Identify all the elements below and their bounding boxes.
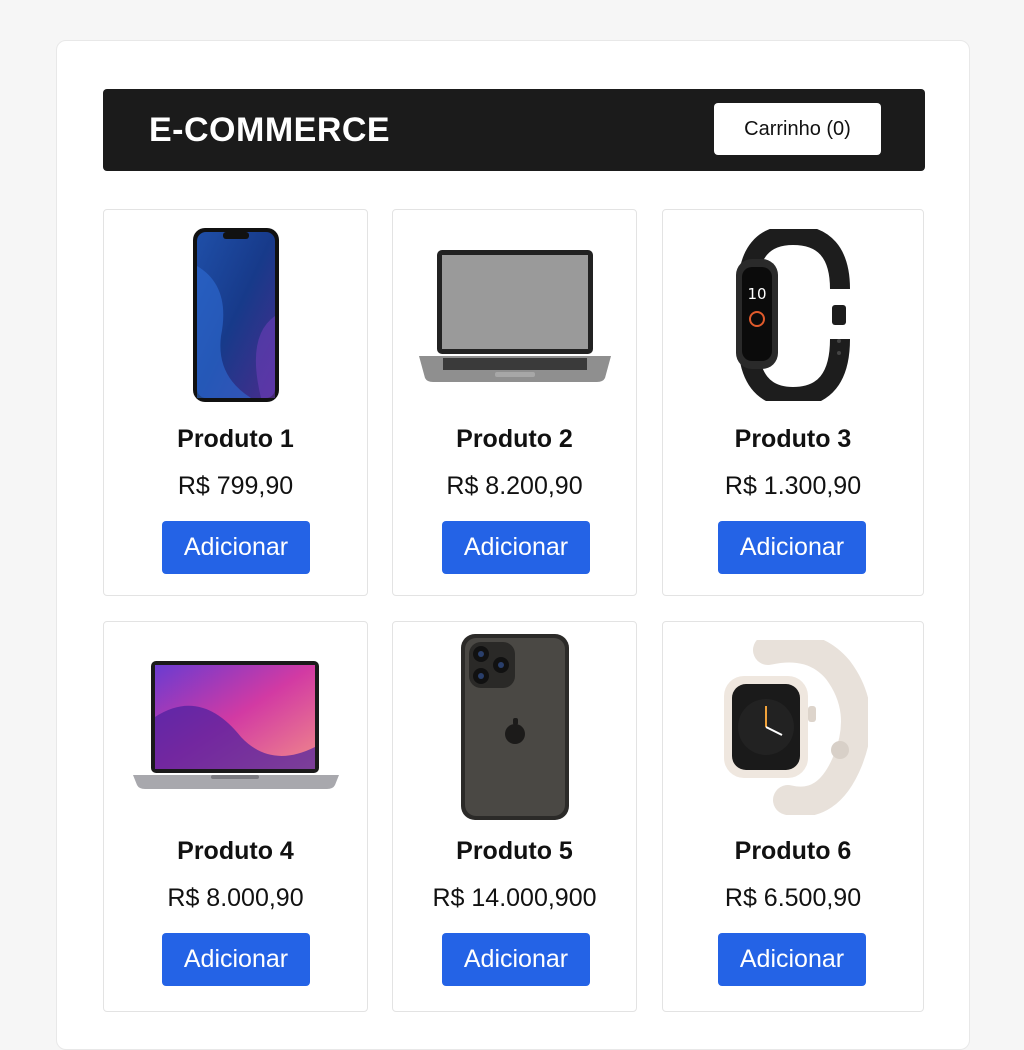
add-to-cart-button[interactable]: Adicionar xyxy=(442,521,590,574)
store-page: E-COMMERCE Carrinho (0) Produto 1 R$ 799… xyxy=(56,40,970,1050)
product-price: R$ 14.000,900 xyxy=(432,884,597,912)
product-price: R$ 8.000,90 xyxy=(167,884,304,912)
product-price: R$ 799,90 xyxy=(177,472,294,500)
smartphone-icon xyxy=(460,634,569,820)
product-name: Produto 1 xyxy=(177,425,294,453)
product-image-3: 10 xyxy=(663,220,923,410)
product-image-6 xyxy=(663,632,923,822)
product-price: R$ 1.300,90 xyxy=(724,472,862,500)
add-to-cart-button[interactable]: Adicionar xyxy=(162,521,310,574)
cart-button[interactable]: Carrinho (0) xyxy=(714,103,881,155)
add-to-cart-button[interactable]: Adicionar xyxy=(442,933,590,986)
laptop-icon xyxy=(418,250,611,382)
product-name: Produto 2 xyxy=(456,425,573,453)
svg-text:10: 10 xyxy=(747,285,766,303)
header-bar: E-COMMERCE Carrinho (0) xyxy=(103,89,925,171)
product-name: Produto 4 xyxy=(177,837,294,865)
smartphone-icon xyxy=(192,228,279,402)
product-card-2: Produto 2 R$ 8.200,90 Adicionar xyxy=(392,209,637,596)
product-image-2 xyxy=(393,220,636,410)
product-card-1: Produto 1 R$ 799,90 Adicionar xyxy=(103,209,368,596)
laptop-icon xyxy=(132,661,339,789)
product-card-6: Produto 6 R$ 6.500,90 Adicionar xyxy=(662,621,924,1012)
add-to-cart-button[interactable]: Adicionar xyxy=(162,933,310,986)
product-name: Produto 5 xyxy=(456,837,573,865)
smartwatch-icon xyxy=(724,639,868,815)
add-to-cart-button[interactable]: Adicionar xyxy=(718,521,866,574)
store-brand: E-COMMERCE xyxy=(149,111,391,149)
product-card-5: Produto 5 R$ 14.000,900 Adicionar xyxy=(392,621,637,1012)
product-price: R$ 6.500,90 xyxy=(724,884,862,912)
product-name: Produto 6 xyxy=(734,837,852,865)
fitness-band-icon: 10 xyxy=(736,229,850,401)
product-image-4 xyxy=(104,632,367,822)
product-price: R$ 8.200,90 xyxy=(446,472,583,500)
product-name: Produto 3 xyxy=(734,425,852,453)
product-card-3: 10 Produto 3 R$ 1.300,90 Adicionar xyxy=(662,209,924,596)
product-image-1 xyxy=(104,220,367,410)
product-card-4: Produto 4 R$ 8.000,90 Adicionar xyxy=(103,621,368,1012)
product-image-5 xyxy=(393,632,636,822)
add-to-cart-button[interactable]: Adicionar xyxy=(718,933,866,986)
